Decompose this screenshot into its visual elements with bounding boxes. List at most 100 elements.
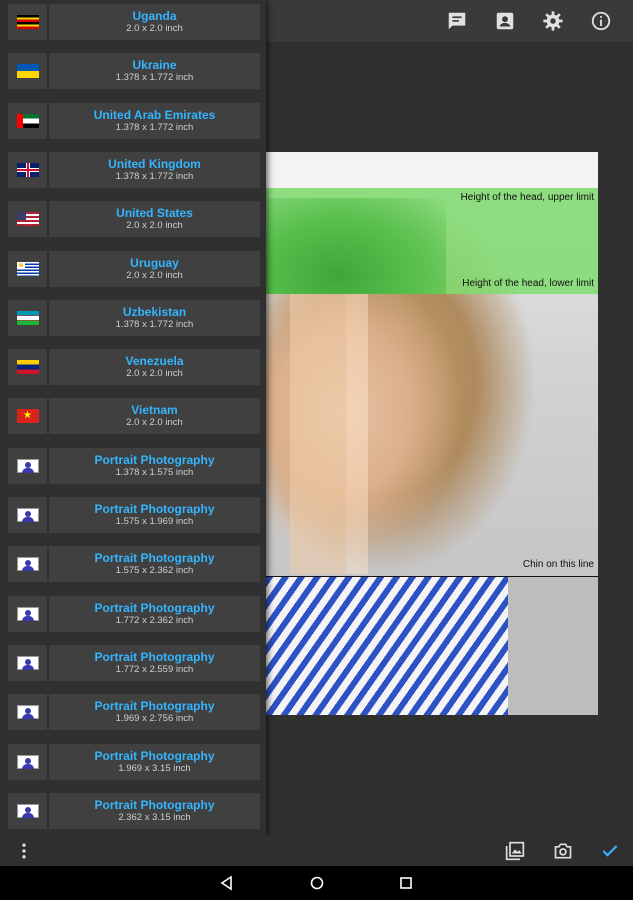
face-width-guide [290, 294, 346, 574]
list-item[interactable]: United Arab Emirates 1.378 x 1.772 inch [8, 102, 260, 139]
list-item[interactable]: Venezuela 2.0 x 2.0 inch [8, 349, 260, 386]
list-item-text: Portrait Photography 1.969 x 2.756 inch [49, 694, 260, 731]
photo-size: 1.378 x 1.772 inch [115, 72, 194, 84]
photo-size: 2.362 x 3.15 inch [118, 811, 191, 823]
ukraine-flag-icon [16, 64, 39, 79]
list-item[interactable]: Uzbekistan 1.378 x 1.772 inch [8, 299, 260, 336]
photo-size: 1.575 x 2.362 inch [115, 565, 194, 577]
list-item-text: Venezuela 2.0 x 2.0 inch [49, 349, 260, 386]
list-item-text: Uzbekistan 1.378 x 1.772 inch [49, 299, 260, 336]
list-item[interactable]: Portrait Photography 1.772 x 2.362 inch [8, 595, 260, 632]
list-item-text: Portrait Photography 1.772 x 2.559 inch [49, 644, 260, 681]
list-item[interactable]: Uruguay 2.0 x 2.0 inch [8, 250, 260, 287]
flag-cell [8, 349, 47, 386]
flag-cell [8, 151, 47, 188]
list-item[interactable]: Ukraine 1.378 x 1.772 inch [8, 53, 260, 90]
list-item[interactable]: Portrait Photography 2.362 x 3.15 inch [8, 792, 260, 829]
flag-cell [8, 644, 47, 681]
gallery-icon[interactable] [495, 836, 535, 866]
country-name: Portrait Photography [94, 452, 215, 467]
uae-flag-icon [16, 113, 39, 128]
camera-icon[interactable] [543, 836, 583, 866]
list-item-text: Ukraine 1.378 x 1.772 inch [49, 53, 260, 90]
country-name: United Kingdom [108, 156, 201, 171]
flag-cell [8, 447, 47, 484]
flag-cell [8, 53, 47, 90]
list-item[interactable]: Portrait Photography 1.575 x 1.969 inch [8, 497, 260, 533]
list-item-text: Portrait Photography 2.362 x 3.15 inch [49, 792, 260, 829]
photo-size: 2.0 x 2.0 inch [126, 269, 183, 281]
flag-cell [8, 792, 47, 829]
portrait-flag-icon [16, 458, 39, 473]
portrait-flag-icon [16, 557, 39, 572]
chin-label: Chin on this line [522, 559, 594, 570]
flag-cell [8, 595, 47, 632]
chin-line [266, 576, 598, 577]
list-item[interactable]: ★ Vietnam 2.0 x 2.0 inch [8, 398, 260, 435]
photo-size: 2.0 x 2.0 inch [126, 417, 183, 429]
portrait-flag-icon [16, 606, 39, 621]
flag-cell [8, 201, 47, 238]
list-item[interactable]: Portrait Photography 1.969 x 3.15 inch [8, 743, 260, 780]
list-item[interactable]: Portrait Photography 1.969 x 2.756 inch [8, 694, 260, 731]
face-center-guide [346, 294, 368, 574]
flag-cell [8, 743, 47, 780]
flag-cell [8, 546, 47, 583]
list-item[interactable]: United States 2.0 x 2.0 inch [8, 201, 260, 238]
venezuela-flag-icon [16, 360, 39, 375]
photo-preview[interactable]: Height of the head, upper limit Height o… [266, 152, 598, 715]
flag-cell: ★ [8, 398, 47, 435]
usa-flag-icon [16, 212, 39, 227]
more-vert-icon[interactable] [4, 836, 44, 866]
country-list-drawer[interactable]: Uganda 2.0 x 2.0 inch Ukraine 1.378 x 1.772… [0, 0, 266, 836]
list-item[interactable]: Uganda 2.0 x 2.0 inch [8, 4, 260, 40]
list-item-text: United States 2.0 x 2.0 inch [49, 201, 260, 238]
country-name: United Arab Emirates [93, 107, 216, 122]
photo-size: 2.0 x 2.0 inch [126, 368, 183, 380]
account-box-icon[interactable] [481, 0, 529, 42]
info-icon[interactable] [577, 0, 625, 42]
system-nav-bar [0, 866, 633, 900]
gear-icon[interactable] [529, 0, 577, 42]
back-icon[interactable] [207, 866, 247, 900]
list-item-text: Portrait Photography 1.969 x 3.15 inch [49, 743, 260, 780]
country-name: Venezuela [125, 354, 184, 369]
photo-size: 2.0 x 2.0 inch [126, 23, 183, 34]
home-icon[interactable] [297, 866, 337, 900]
list-item-text: Portrait Photography 1.575 x 1.969 inch [49, 497, 260, 533]
uganda-flag-icon [16, 15, 39, 29]
list-item-text: Vietnam 2.0 x 2.0 inch [49, 398, 260, 435]
list-item-text: Uganda 2.0 x 2.0 inch [49, 4, 260, 40]
head-upper-label: Height of the head, upper limit [460, 192, 594, 203]
list-item[interactable]: Portrait Photography 1.772 x 2.559 inch [8, 644, 260, 681]
country-name: Ukraine [132, 58, 177, 73]
photo-size: 1.378 x 1.772 inch [115, 121, 194, 133]
list-item-text: Portrait Photography 1.378 x 1.575 inch [49, 447, 260, 484]
background-area [508, 577, 598, 715]
chat-icon[interactable] [433, 0, 481, 42]
portrait-flag-icon [16, 508, 39, 522]
flag-cell [8, 4, 47, 40]
photo-size: 1.378 x 1.772 inch [115, 318, 194, 330]
country-name: Uganda [132, 9, 177, 23]
portrait-flag-icon [16, 705, 39, 720]
list-item[interactable]: Portrait Photography 1.575 x 2.362 inch [8, 546, 260, 583]
recents-icon[interactable] [386, 866, 426, 900]
country-name: Portrait Photography [94, 699, 215, 714]
uruguay-flag-icon [16, 261, 39, 276]
uk-flag-icon [16, 162, 39, 177]
check-icon[interactable] [590, 836, 630, 866]
list-item[interactable]: United Kingdom 1.378 x 1.772 inch [8, 151, 260, 188]
photo-size: 1.378 x 1.575 inch [115, 466, 194, 478]
flag-cell [8, 694, 47, 731]
uzbekistan-flag-icon [16, 310, 39, 325]
list-item-text: Uruguay 2.0 x 2.0 inch [49, 250, 260, 287]
country-name: Portrait Photography [94, 797, 215, 812]
country-name: Portrait Photography [94, 600, 215, 615]
photo-size: 2.0 x 2.0 inch [126, 220, 183, 232]
vietnam-flag-icon: ★ [16, 409, 39, 424]
photo-size: 1.772 x 2.362 inch [115, 614, 194, 626]
list-item[interactable]: Portrait Photography 1.378 x 1.575 inch [8, 447, 260, 484]
country-name: United States [116, 206, 193, 221]
list-item-text: Portrait Photography 1.772 x 2.362 inch [49, 595, 260, 632]
